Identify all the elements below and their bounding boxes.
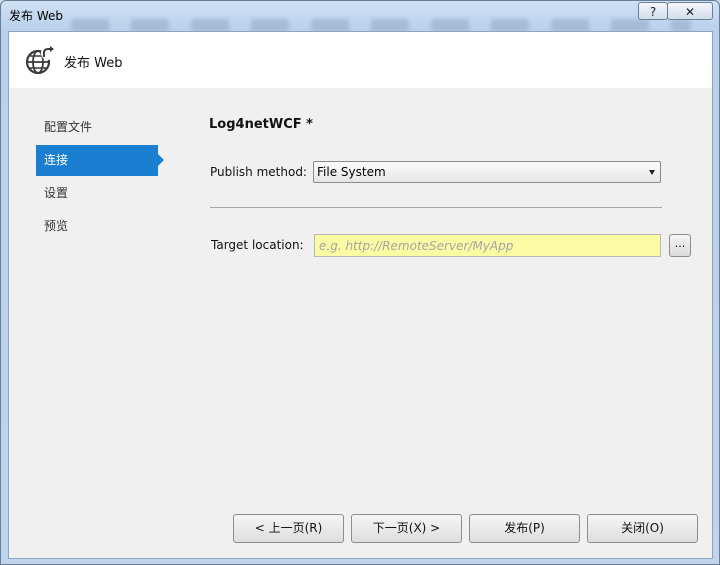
publish-method-value: File System: [317, 165, 386, 179]
browse-button[interactable]: ...: [669, 234, 691, 257]
help-button[interactable]: ?: [638, 2, 668, 20]
window-title: 发布 Web: [9, 9, 63, 23]
profile-name: Log4netWCF *: [209, 117, 313, 132]
nav-item-preview[interactable]: 预览: [36, 211, 158, 242]
window-close-button[interactable]: ✕: [667, 2, 713, 20]
nav-item-settings[interactable]: 设置: [36, 178, 158, 209]
publish-method-select[interactable]: File System: [313, 161, 661, 183]
publish-web-dialog: 发布 Web ? ✕ 发布 Web 配置文件 连接 设置 预览 Log4netW…: [0, 0, 720, 565]
chevron-down-icon: [649, 170, 655, 175]
section-divider: [210, 207, 662, 208]
globe-publish-icon: [25, 46, 55, 75]
nav-item-profile[interactable]: 配置文件: [36, 112, 158, 143]
target-location-label: Target location:: [211, 238, 304, 252]
sidebar-nav: 配置文件 连接 设置 预览: [36, 112, 176, 244]
publish-button[interactable]: 发布(P): [469, 514, 580, 543]
dialog-header: 发布 Web: [9, 32, 712, 88]
background-blur: [71, 19, 691, 31]
publish-method-label: Publish method:: [210, 165, 307, 179]
next-button[interactable]: 下一页(X) >: [351, 514, 462, 543]
target-location-input[interactable]: [314, 234, 661, 257]
dialog-body: 发布 Web: [8, 31, 713, 559]
close-button[interactable]: 关闭(O): [587, 514, 698, 543]
header-title: 发布 Web: [64, 56, 123, 71]
previous-button[interactable]: < 上一页(R): [233, 514, 344, 543]
nav-item-connection[interactable]: 连接: [36, 145, 164, 176]
